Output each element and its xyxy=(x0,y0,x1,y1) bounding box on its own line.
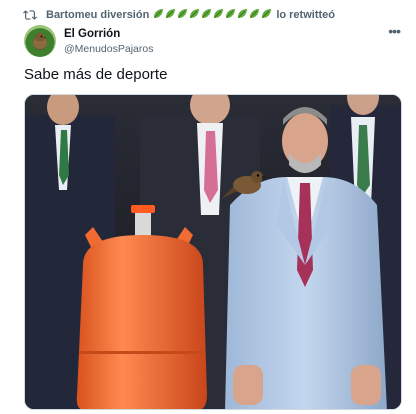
leaf-emoji-icon xyxy=(178,8,188,19)
butane-gas-bottle xyxy=(76,205,207,409)
retweeter-name[interactable]: Bartomeu diversión xyxy=(46,9,149,21)
leaf-emoji-row xyxy=(153,8,273,22)
retweet-header: Bartomeu diversión lo retwitteó xyxy=(22,7,402,23)
retweet-icon xyxy=(23,10,37,20)
leaf-emoji-icon xyxy=(226,8,236,19)
sparrow-avatar-icon xyxy=(33,32,47,49)
retweet-suffix: lo retwitteó xyxy=(276,9,335,21)
more-options-icon[interactable]: ••• xyxy=(388,24,401,38)
leaf-emoji-icon xyxy=(166,8,176,19)
leaf-emoji-icon xyxy=(250,8,260,19)
leaf-emoji-icon xyxy=(238,8,248,19)
leaf-emoji-icon xyxy=(190,8,200,19)
leaf-emoji-icon xyxy=(262,8,272,19)
leaf-emoji-icon xyxy=(214,8,224,19)
display-name[interactable]: El Gorrión xyxy=(64,27,153,41)
meme-photo xyxy=(25,95,401,409)
user-handle[interactable]: @MenudosPajaros xyxy=(64,42,153,56)
avatar[interactable] xyxy=(24,25,56,57)
tweet-text: Sabe más de deporte xyxy=(24,66,168,83)
leaf-emoji-icon xyxy=(154,8,164,19)
tweet-image[interactable] xyxy=(24,94,402,410)
leaf-emoji-icon xyxy=(202,8,212,19)
